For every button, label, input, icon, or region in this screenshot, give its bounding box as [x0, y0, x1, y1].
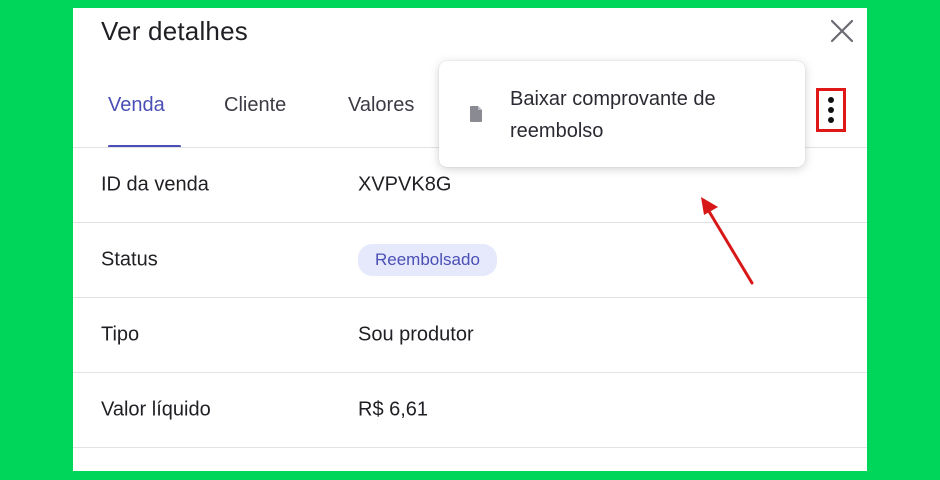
annotation-arrow-icon [701, 197, 754, 285]
details-modal: Ver detalhes Venda Cliente Valores ID da… [73, 8, 867, 471]
